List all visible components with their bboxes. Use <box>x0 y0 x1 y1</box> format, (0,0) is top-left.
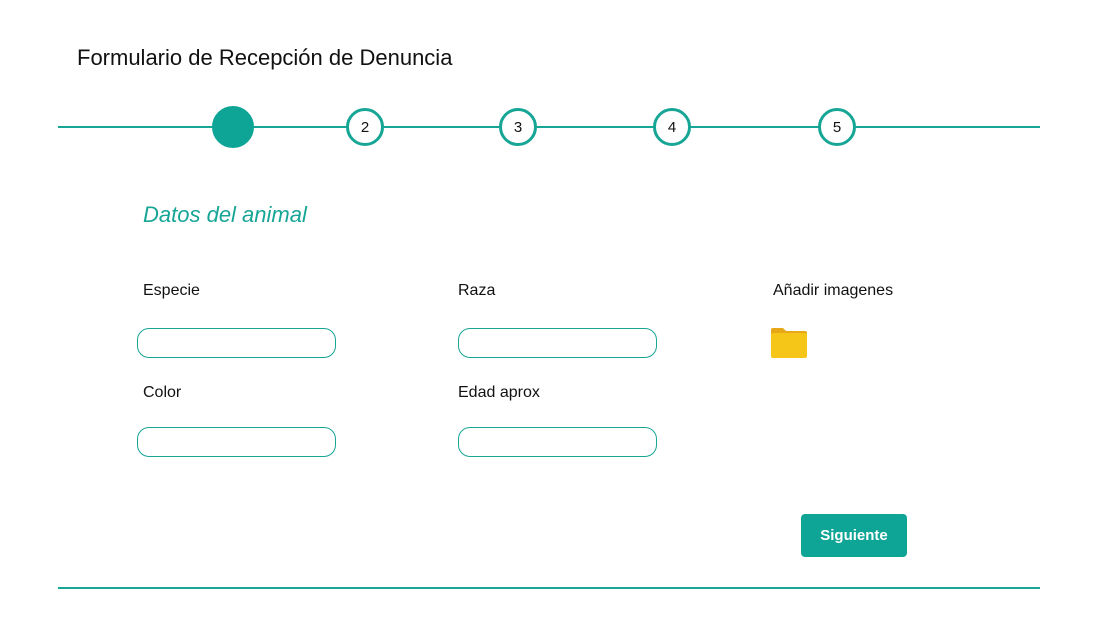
folder-icon[interactable] <box>770 327 808 359</box>
step-4[interactable]: 4 <box>653 108 691 146</box>
step-3[interactable]: 3 <box>499 108 537 146</box>
edad-input[interactable] <box>458 427 657 457</box>
step-1[interactable] <box>212 106 254 148</box>
color-input[interactable] <box>137 427 336 457</box>
especie-input[interactable] <box>137 328 336 358</box>
images-label: Añadir imagenes <box>773 282 894 299</box>
raza-input[interactable] <box>458 328 657 358</box>
step-5[interactable]: 5 <box>818 108 856 146</box>
especie-label: Especie <box>143 282 200 299</box>
next-button[interactable]: Siguiente <box>801 514 907 557</box>
step-2[interactable]: 2 <box>346 108 384 146</box>
page-title: Formulario de Recepción de Denuncia <box>77 45 453 70</box>
raza-label: Raza <box>458 282 496 299</box>
stepper-line <box>58 126 1040 128</box>
section-title: Datos del animal <box>143 202 307 227</box>
bottom-divider <box>58 587 1040 589</box>
color-label: Color <box>143 384 182 401</box>
edad-label: Edad aprox <box>458 384 540 401</box>
